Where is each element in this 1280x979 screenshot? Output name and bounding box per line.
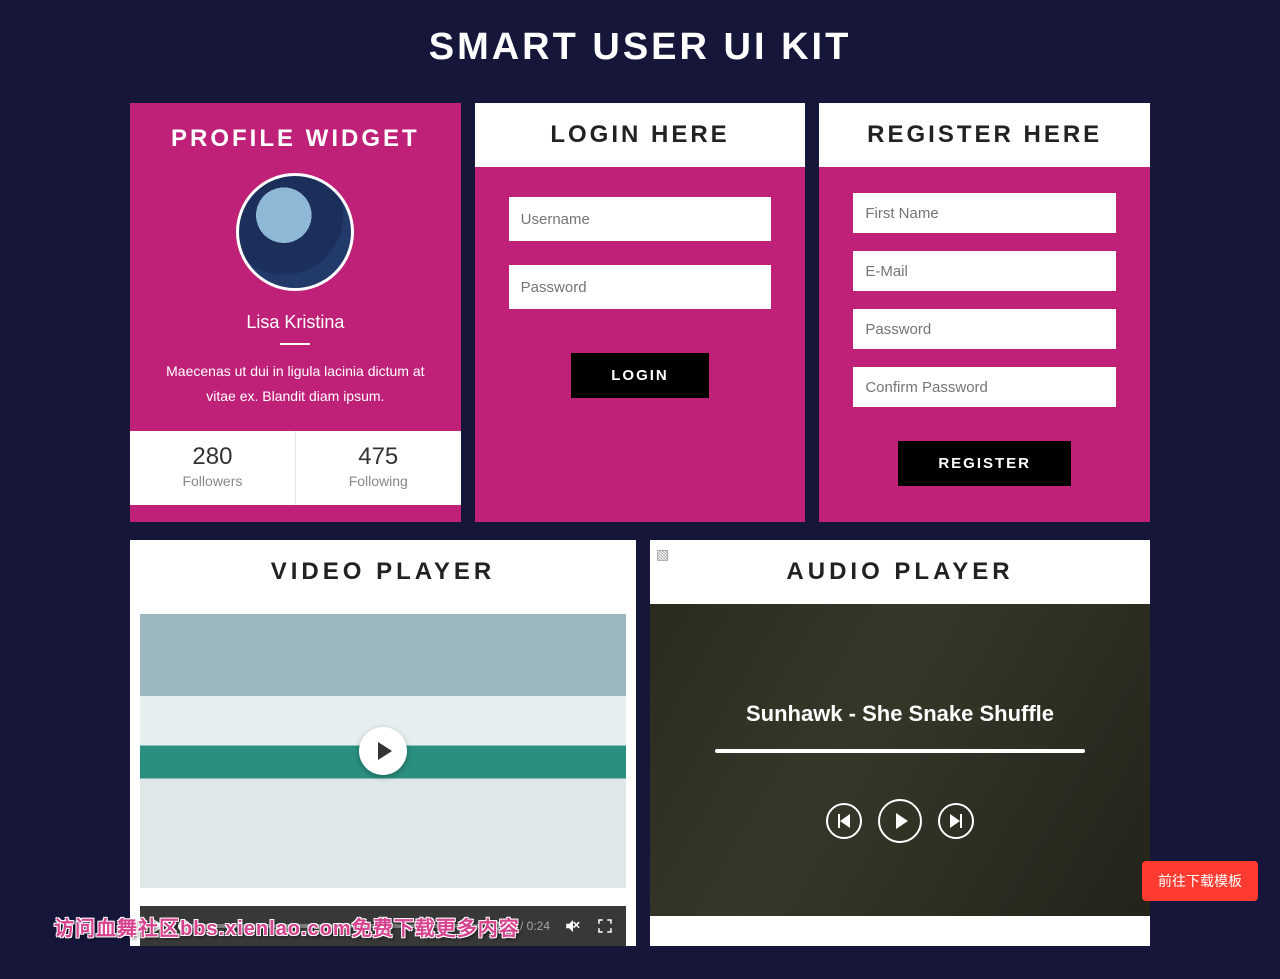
followers-label: Followers bbox=[130, 473, 295, 489]
play-icon bbox=[378, 742, 392, 760]
audio-header: AUDIO PLAYER bbox=[650, 540, 1150, 604]
play-icon bbox=[896, 813, 908, 829]
following-count: 475 bbox=[296, 443, 461, 471]
following-label: Following bbox=[296, 473, 461, 489]
profile-header: PROFILE WIDGET bbox=[130, 103, 461, 163]
audio-hero: Sunhawk - She Snake Shuffle bbox=[650, 604, 1150, 916]
password-input[interactable] bbox=[509, 265, 772, 309]
register-password-input[interactable] bbox=[853, 309, 1116, 349]
login-button[interactable]: LOGIN bbox=[571, 353, 709, 398]
broken-image-icon: ▧ bbox=[656, 546, 669, 563]
watermark-text: 访问血舞社区bbs.xienlao.com免费下载更多内容 bbox=[54, 912, 520, 941]
profile-stats: 280 Followers 475 Following bbox=[130, 431, 461, 505]
register-button[interactable]: REGISTER bbox=[898, 441, 1071, 486]
audio-play-button[interactable] bbox=[878, 799, 922, 843]
divider bbox=[280, 343, 310, 345]
confirm-password-input[interactable] bbox=[853, 367, 1116, 407]
followers-stat[interactable]: 280 Followers bbox=[130, 431, 295, 505]
following-stat[interactable]: 475 Following bbox=[295, 431, 461, 505]
skip-next-icon bbox=[950, 814, 962, 828]
login-widget: LOGIN HERE LOGIN bbox=[475, 103, 806, 522]
firstname-input[interactable] bbox=[853, 193, 1116, 233]
video-duration: 0:24 bbox=[527, 919, 550, 933]
username-input[interactable] bbox=[509, 197, 772, 241]
track-title: Sunhawk - She Snake Shuffle bbox=[746, 701, 1054, 727]
skip-prev-icon bbox=[838, 814, 850, 828]
audio-player-widget: ▧ AUDIO PLAYER Sunhawk - She Snake Shuff… bbox=[650, 540, 1150, 946]
register-widget: REGISTER HERE REGISTER bbox=[819, 103, 1150, 522]
fullscreen-icon[interactable] bbox=[596, 917, 614, 935]
mute-icon[interactable] bbox=[564, 917, 582, 935]
audio-controls bbox=[826, 799, 974, 843]
register-header: REGISTER HERE bbox=[819, 103, 1150, 167]
profile-description: Maecenas ut dui in ligula lacinia dictum… bbox=[130, 355, 461, 431]
profile-avatar[interactable] bbox=[236, 173, 354, 291]
download-template-button[interactable]: 前往下载模板 bbox=[1142, 861, 1258, 901]
page-title: SMART USER UI KIT bbox=[0, 0, 1280, 103]
email-input[interactable] bbox=[853, 251, 1116, 291]
video-header: VIDEO PLAYER bbox=[130, 540, 636, 604]
followers-count: 280 bbox=[130, 443, 295, 471]
login-header: LOGIN HERE bbox=[475, 103, 806, 167]
profile-name: Lisa Kristina bbox=[130, 312, 461, 333]
video-play-overlay-button[interactable] bbox=[359, 727, 407, 775]
profile-widget: PROFILE WIDGET Lisa Kristina Maecenas ut… bbox=[130, 103, 461, 522]
audio-prev-button[interactable] bbox=[826, 803, 862, 839]
audio-seek-slider[interactable] bbox=[715, 749, 1085, 753]
video-frame[interactable] bbox=[140, 614, 626, 888]
audio-next-button[interactable] bbox=[938, 803, 974, 839]
video-player-widget: VIDEO PLAYER 0:00 / 0:24 bbox=[130, 540, 636, 946]
